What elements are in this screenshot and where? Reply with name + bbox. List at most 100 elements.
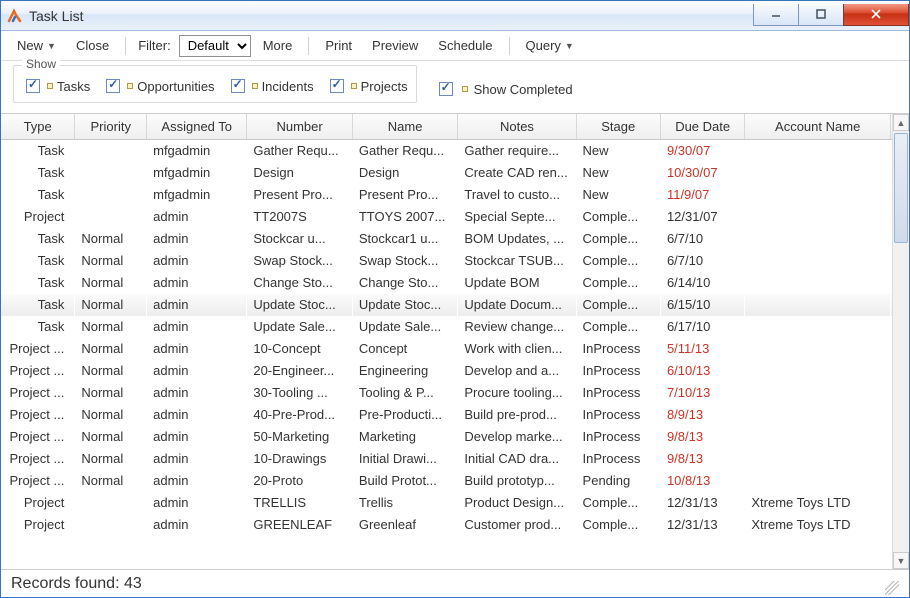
cell-assigned: admin: [147, 470, 247, 492]
show-completed-checkbox[interactable]: [439, 82, 453, 96]
schedule-button[interactable]: Schedule: [430, 35, 500, 56]
cell-notes: Update BOM: [458, 272, 576, 294]
table-row[interactable]: TaskmfgadminDesignDesignCreate CAD ren..…: [1, 162, 909, 184]
cell-number: 20-Engineer...: [247, 360, 353, 382]
tasks-checkbox[interactable]: [26, 79, 40, 93]
task-list-window: Task List New ▼ Close Filter: Default Mo…: [0, 0, 910, 598]
col-account[interactable]: Account Name: [745, 114, 891, 140]
toolbar: New ▼ Close Filter: Default More Print P…: [1, 31, 909, 61]
table-row[interactable]: Project ...Normaladmin10-ConceptConceptW…: [1, 338, 909, 360]
filter-select[interactable]: Default: [179, 35, 251, 57]
resize-grip[interactable]: [885, 581, 899, 595]
table-row[interactable]: Project ...Normaladmin40-Pre-Prod...Pre-…: [1, 404, 909, 426]
incidents-checkbox-wrap[interactable]: Incidents: [227, 76, 314, 96]
cell-type: Task: [1, 162, 75, 184]
table-row[interactable]: TaskNormaladminUpdate Sale...Update Sale…: [1, 316, 909, 338]
cell-number: Swap Stock...: [247, 250, 353, 272]
cell-type: Project ...: [1, 470, 75, 492]
table-row[interactable]: ProjectadminTT2007STTOYS 2007...Special …: [1, 206, 909, 228]
col-type[interactable]: Type: [1, 114, 75, 140]
cell-assigned: admin: [147, 272, 247, 294]
cell-stage: InProcess: [576, 448, 660, 470]
task-table[interactable]: Type Priority Assigned To Number Name No…: [1, 114, 909, 536]
table-row[interactable]: TaskNormaladminStockcar u...Stockcar1 u.…: [1, 228, 909, 250]
table-row[interactable]: TaskNormaladminUpdate Stoc...Update Stoc…: [1, 294, 909, 316]
col-due[interactable]: Due Date: [660, 114, 744, 140]
incidents-checkbox[interactable]: [231, 79, 245, 93]
cell-account: [745, 448, 891, 470]
cell-priority: Normal: [75, 448, 147, 470]
tasks-checkbox-wrap[interactable]: Tasks: [22, 76, 90, 96]
projects-label: Projects: [361, 79, 408, 94]
cell-account: [745, 316, 891, 338]
cell-account: Xtreme Toys LTD: [745, 492, 891, 514]
col-notes[interactable]: Notes: [458, 114, 576, 140]
close-window-button[interactable]: [843, 4, 909, 26]
cell-due: 12/31/07: [660, 206, 744, 228]
col-assigned[interactable]: Assigned To: [147, 114, 247, 140]
cell-type: Project: [1, 492, 75, 514]
query-button[interactable]: Query ▼: [518, 35, 582, 56]
scroll-thumb[interactable]: [894, 133, 908, 243]
col-name[interactable]: Name: [352, 114, 458, 140]
opportunities-checkbox[interactable]: [106, 79, 120, 93]
scroll-up-button[interactable]: ▲: [893, 114, 909, 131]
cell-stage: New: [576, 184, 660, 206]
cell-stage: Comple...: [576, 514, 660, 536]
cell-notes: Update Docum...: [458, 294, 576, 316]
cell-priority: [75, 492, 147, 514]
table-row[interactable]: Project ...Normaladmin50-MarketingMarket…: [1, 426, 909, 448]
cell-due: 6/15/10: [660, 294, 744, 316]
table-row[interactable]: TaskNormaladminSwap Stock...Swap Stock..…: [1, 250, 909, 272]
vertical-scrollbar[interactable]: ▲ ▼: [892, 114, 909, 569]
table-row[interactable]: TaskmfgadminPresent Pro...Present Pro...…: [1, 184, 909, 206]
scroll-track[interactable]: [893, 131, 909, 552]
table-row[interactable]: Project ...Normaladmin20-ProtoBuild Prot…: [1, 470, 909, 492]
pin-icon: [462, 86, 468, 92]
table-header-row[interactable]: Type Priority Assigned To Number Name No…: [1, 114, 909, 140]
cell-stage: InProcess: [576, 404, 660, 426]
table-row[interactable]: Project ...Normaladmin10-DrawingsInitial…: [1, 448, 909, 470]
print-button[interactable]: Print: [317, 35, 360, 56]
minimize-button[interactable]: [753, 4, 799, 26]
projects-checkbox-wrap[interactable]: Projects: [326, 76, 408, 96]
table-row[interactable]: TaskNormaladminChange Sto...Change Sto..…: [1, 272, 909, 294]
incidents-label: Incidents: [262, 79, 314, 94]
more-button[interactable]: More: [255, 35, 301, 56]
cell-priority: Normal: [75, 294, 147, 316]
opportunities-checkbox-wrap[interactable]: Opportunities: [102, 76, 214, 96]
projects-checkbox[interactable]: [330, 79, 344, 93]
table-row[interactable]: Project ...Normaladmin20-Engineer...Engi…: [1, 360, 909, 382]
scroll-down-button[interactable]: ▼: [893, 552, 909, 569]
cell-number: Gather Requ...: [247, 140, 353, 163]
table-row[interactable]: TaskmfgadminGather Requ...Gather Requ...…: [1, 140, 909, 163]
table-row[interactable]: Project ...Normaladmin30-Tooling ...Tool…: [1, 382, 909, 404]
table-row[interactable]: ProjectadminGREENLEAFGreenleafCustomer p…: [1, 514, 909, 536]
cell-account: [745, 404, 891, 426]
new-button[interactable]: New ▼: [9, 35, 64, 56]
cell-notes: Travel to custo...: [458, 184, 576, 206]
titlebar[interactable]: Task List: [1, 1, 909, 31]
show-completed-wrap[interactable]: Show Completed: [435, 79, 573, 99]
separator: [308, 37, 309, 55]
cell-notes: Stockcar TSUB...: [458, 250, 576, 272]
cell-account: [745, 184, 891, 206]
pin-icon: [252, 83, 258, 89]
cell-due: 6/10/13: [660, 360, 744, 382]
col-priority[interactable]: Priority: [75, 114, 147, 140]
preview-button[interactable]: Preview: [364, 35, 426, 56]
cell-name: TTOYS 2007...: [352, 206, 458, 228]
col-stage[interactable]: Stage: [576, 114, 660, 140]
cell-due: 9/8/13: [660, 426, 744, 448]
close-button[interactable]: Close: [68, 35, 117, 56]
maximize-button[interactable]: [798, 4, 844, 26]
cell-name: Stockcar1 u...: [352, 228, 458, 250]
cell-type: Task: [1, 294, 75, 316]
col-number[interactable]: Number: [247, 114, 353, 140]
cell-due: 11/9/07: [660, 184, 744, 206]
cell-due: 5/11/13: [660, 338, 744, 360]
chevron-down-icon: ▼: [565, 41, 574, 51]
cell-type: Task: [1, 228, 75, 250]
table-row[interactable]: ProjectadminTRELLISTrellisProduct Design…: [1, 492, 909, 514]
cell-assigned: mfgadmin: [147, 162, 247, 184]
